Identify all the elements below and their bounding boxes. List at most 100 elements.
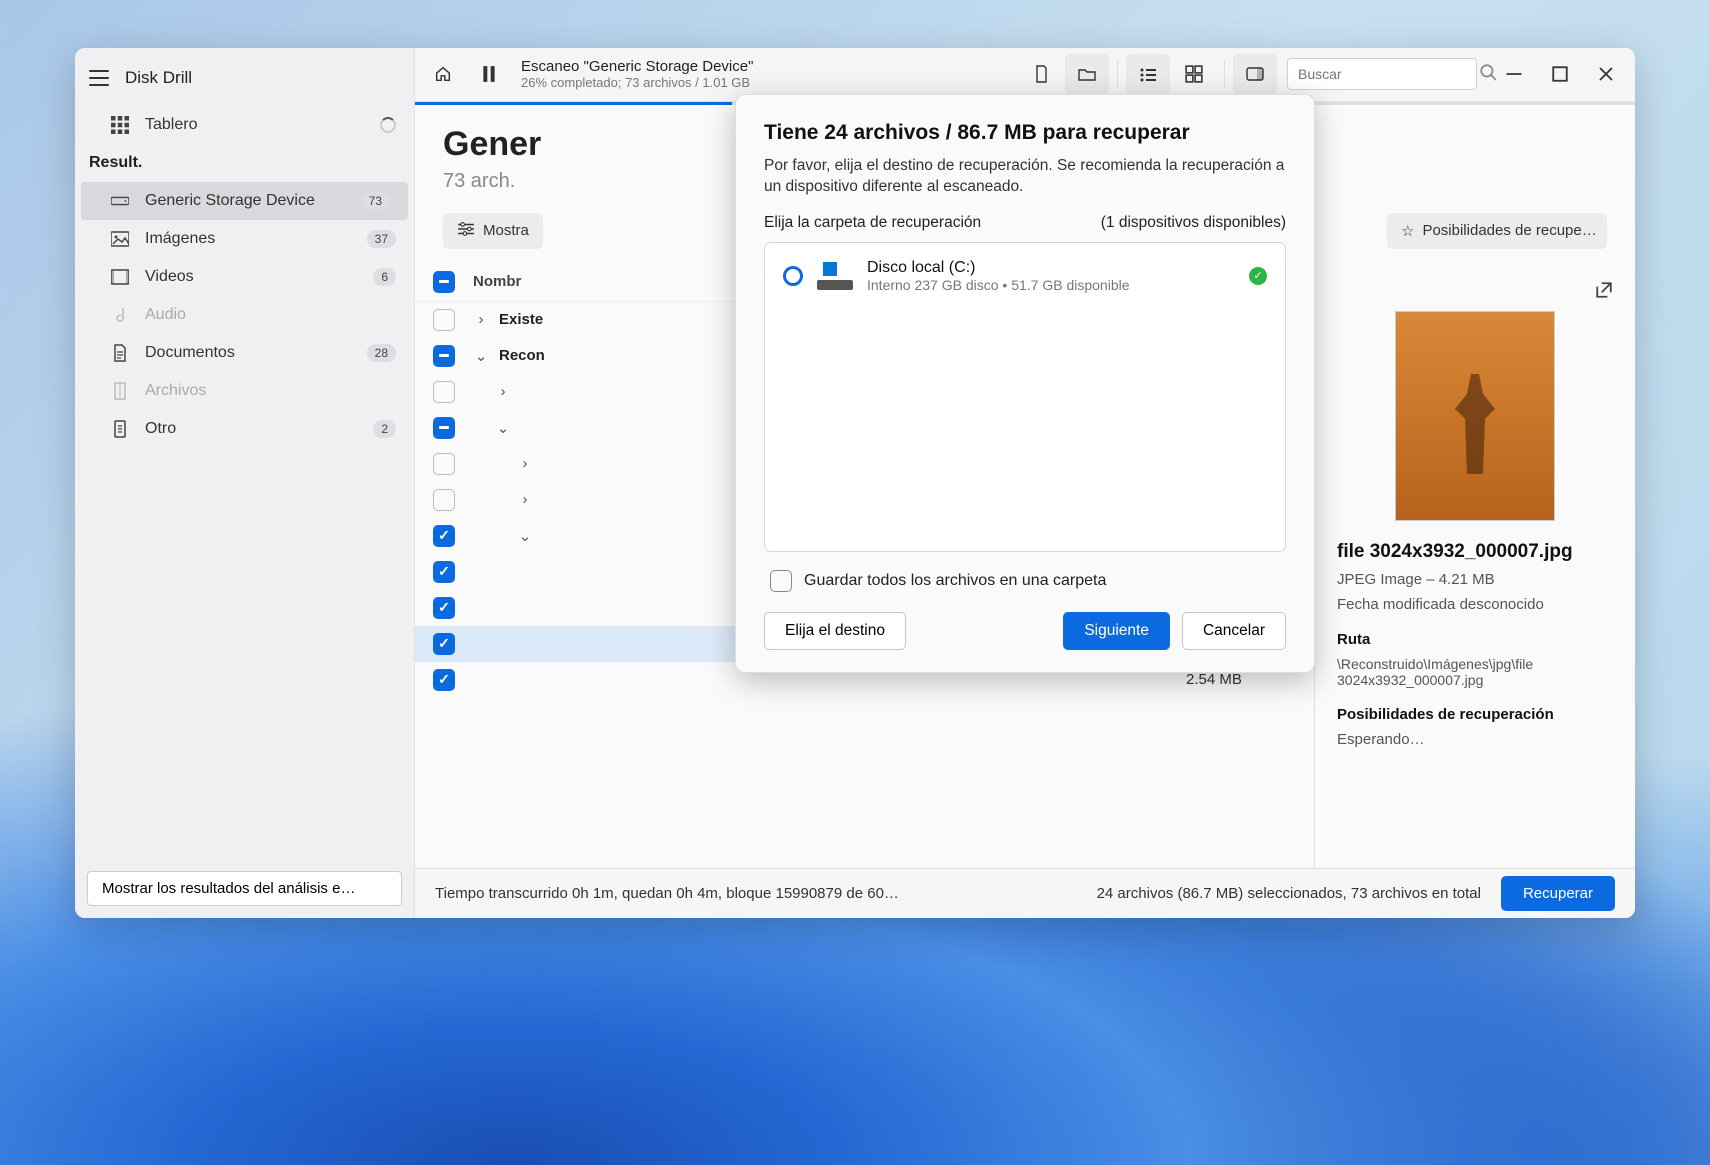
row-checkbox[interactable] [433,525,455,547]
modal-choose-label: Elija la carpeta de recuperación [764,214,981,232]
sliders-icon [457,220,475,242]
hamburger-icon[interactable] [89,70,109,86]
pause-button[interactable] [467,54,511,94]
expand-caret[interactable]: › [515,491,535,508]
sidebar-item-label: Imágenes [145,230,215,248]
app-window: Disk Drill Tablero Result. Generic Stora… [75,48,1635,918]
row-checkbox[interactable] [433,453,455,475]
scan-title: Escaneo "Generic Storage Device" [521,58,753,75]
status-elapsed: Tiempo transcurrido 0h 1m, quedan 0h 4m,… [435,885,899,902]
details-meta: JPEG Image – 4.21 MB [1337,571,1613,588]
save-all-checkbox[interactable] [770,570,792,592]
search-box[interactable] [1287,58,1477,90]
sidebar-item-label: Audio [145,306,186,324]
destination-item[interactable]: Disco local (C:) Interno 237 GB disco • … [773,251,1277,301]
sidebar-item-label: Generic Storage Device [145,192,315,210]
modal-description: Por favor, elija el destino de recuperac… [764,155,1286,198]
modal-devices-count: (1 dispositivos disponibles) [1101,214,1286,232]
row-checkbox[interactable] [433,489,455,511]
audio-icon [109,306,131,324]
other-icon [109,420,131,438]
sidebar-item-label: Archivos [145,382,206,400]
spinner-icon [380,117,396,133]
expand-caret[interactable]: › [471,311,491,328]
details-chances: Esperando… [1337,731,1613,748]
sidebar-dashboard-label: Tablero [145,116,197,134]
sidebar-item-label: Videos [145,268,194,286]
sidebar-item-label: Otro [145,420,176,438]
file-size: 2.54 MB [1186,671,1296,688]
search-input[interactable] [1298,66,1479,82]
next-button[interactable]: Siguiente [1063,612,1170,650]
row-checkbox[interactable] [433,597,455,619]
sidebar-item-videos[interactable]: Videos 6 [75,258,414,296]
file-view-button[interactable] [1019,54,1063,94]
grid-icon [109,116,131,134]
sidebar-item-archives[interactable]: Archivos [75,372,414,410]
sidebar-badge: 37 [367,230,396,248]
row-checkbox[interactable] [433,633,455,655]
document-icon [109,344,131,362]
check-ok-icon: ✓ [1249,267,1267,285]
select-all-checkbox[interactable] [433,271,455,293]
content-area: Escaneo "Generic Storage Device" 26% com… [415,48,1635,918]
minimize-button[interactable] [1491,54,1537,94]
close-button[interactable] [1583,54,1629,94]
cancel-button[interactable]: Cancelar [1182,612,1286,650]
recover-button[interactable]: Recuperar [1501,876,1615,911]
details-filename: file 3024x3932_000007.jpg [1337,541,1613,563]
recovery-destination-dialog: Tiene 24 archivos / 86.7 MB para recuper… [735,94,1315,673]
sidebar-item-device[interactable]: Generic Storage Device 73 [81,182,408,220]
details-panel: file 3024x3932_000007.jpg JPEG Image – 4… [1315,263,1635,868]
details-chances-label: Posibilidades de recuperación [1337,706,1613,723]
destination-info: Interno 237 GB disco • 51.7 GB disponibl… [867,277,1235,293]
home-button[interactable] [421,54,465,94]
grid-view-button[interactable] [1172,54,1216,94]
status-selection: 24 archivos (86.7 MB) seleccionados, 73 … [1097,885,1481,902]
sidebar-badge: 28 [367,344,396,362]
sidebar-dashboard[interactable]: Tablero [75,106,414,144]
expand-caret[interactable]: › [515,455,535,472]
filter-recovery-chances[interactable]: ☆ Posibilidades de recupe… [1387,213,1607,249]
expand-caret[interactable]: › [493,383,513,400]
destination-name: Disco local (C:) [867,259,1235,277]
save-all-label: Guardar todos los archivos en una carpet… [804,572,1106,590]
modal-title: Tiene 24 archivos / 86.7 MB para recuper… [764,121,1286,145]
row-checkbox[interactable] [433,669,455,691]
panel-toggle-button[interactable] [1233,54,1277,94]
sidebar-item-documents[interactable]: Documentos 28 [75,334,414,372]
choose-destination-button[interactable]: Elija el destino [764,612,906,650]
video-icon [109,268,131,286]
sidebar-badge: 2 [373,420,396,438]
sidebar-badge: 6 [373,268,396,286]
sidebar-item-label: Documentos [145,344,235,362]
status-bar: Tiempo transcurrido 0h 1m, quedan 0h 4m,… [415,868,1635,918]
row-checkbox[interactable] [433,381,455,403]
folder-view-button[interactable] [1065,54,1109,94]
filter-show[interactable]: Mostra [443,213,543,249]
expand-caret[interactable]: ⌄ [493,419,513,437]
list-view-button[interactable] [1126,54,1170,94]
sidebar-item-images[interactable]: Imágenes 37 [75,220,414,258]
expand-caret[interactable]: ⌄ [471,347,491,365]
archive-icon [109,382,131,400]
row-checkbox[interactable] [433,561,455,583]
row-checkbox[interactable] [433,345,455,367]
sidebar-item-other[interactable]: Otro 2 [75,410,414,448]
popout-icon[interactable] [1595,281,1613,303]
disk-icon [817,262,853,290]
row-checkbox[interactable] [433,417,455,439]
radio-selected[interactable] [783,266,803,286]
details-date: Fecha modificada desconocido [1337,596,1613,613]
show-results-button[interactable]: Mostrar los resultados del análisis e… [87,871,402,906]
maximize-button[interactable] [1537,54,1583,94]
row-checkbox[interactable] [433,309,455,331]
app-title: Disk Drill [125,68,192,88]
image-icon [109,230,131,248]
sidebar: Disk Drill Tablero Result. Generic Stora… [75,48,415,918]
scan-info: Escaneo "Generic Storage Device" 26% com… [521,58,753,90]
scan-progress-text: 26% completado; 73 archivos / 1.01 GB [521,75,753,90]
sidebar-item-audio[interactable]: Audio [75,296,414,334]
expand-caret[interactable]: ⌄ [515,527,535,545]
destination-list: Disco local (C:) Interno 237 GB disco • … [764,242,1286,552]
